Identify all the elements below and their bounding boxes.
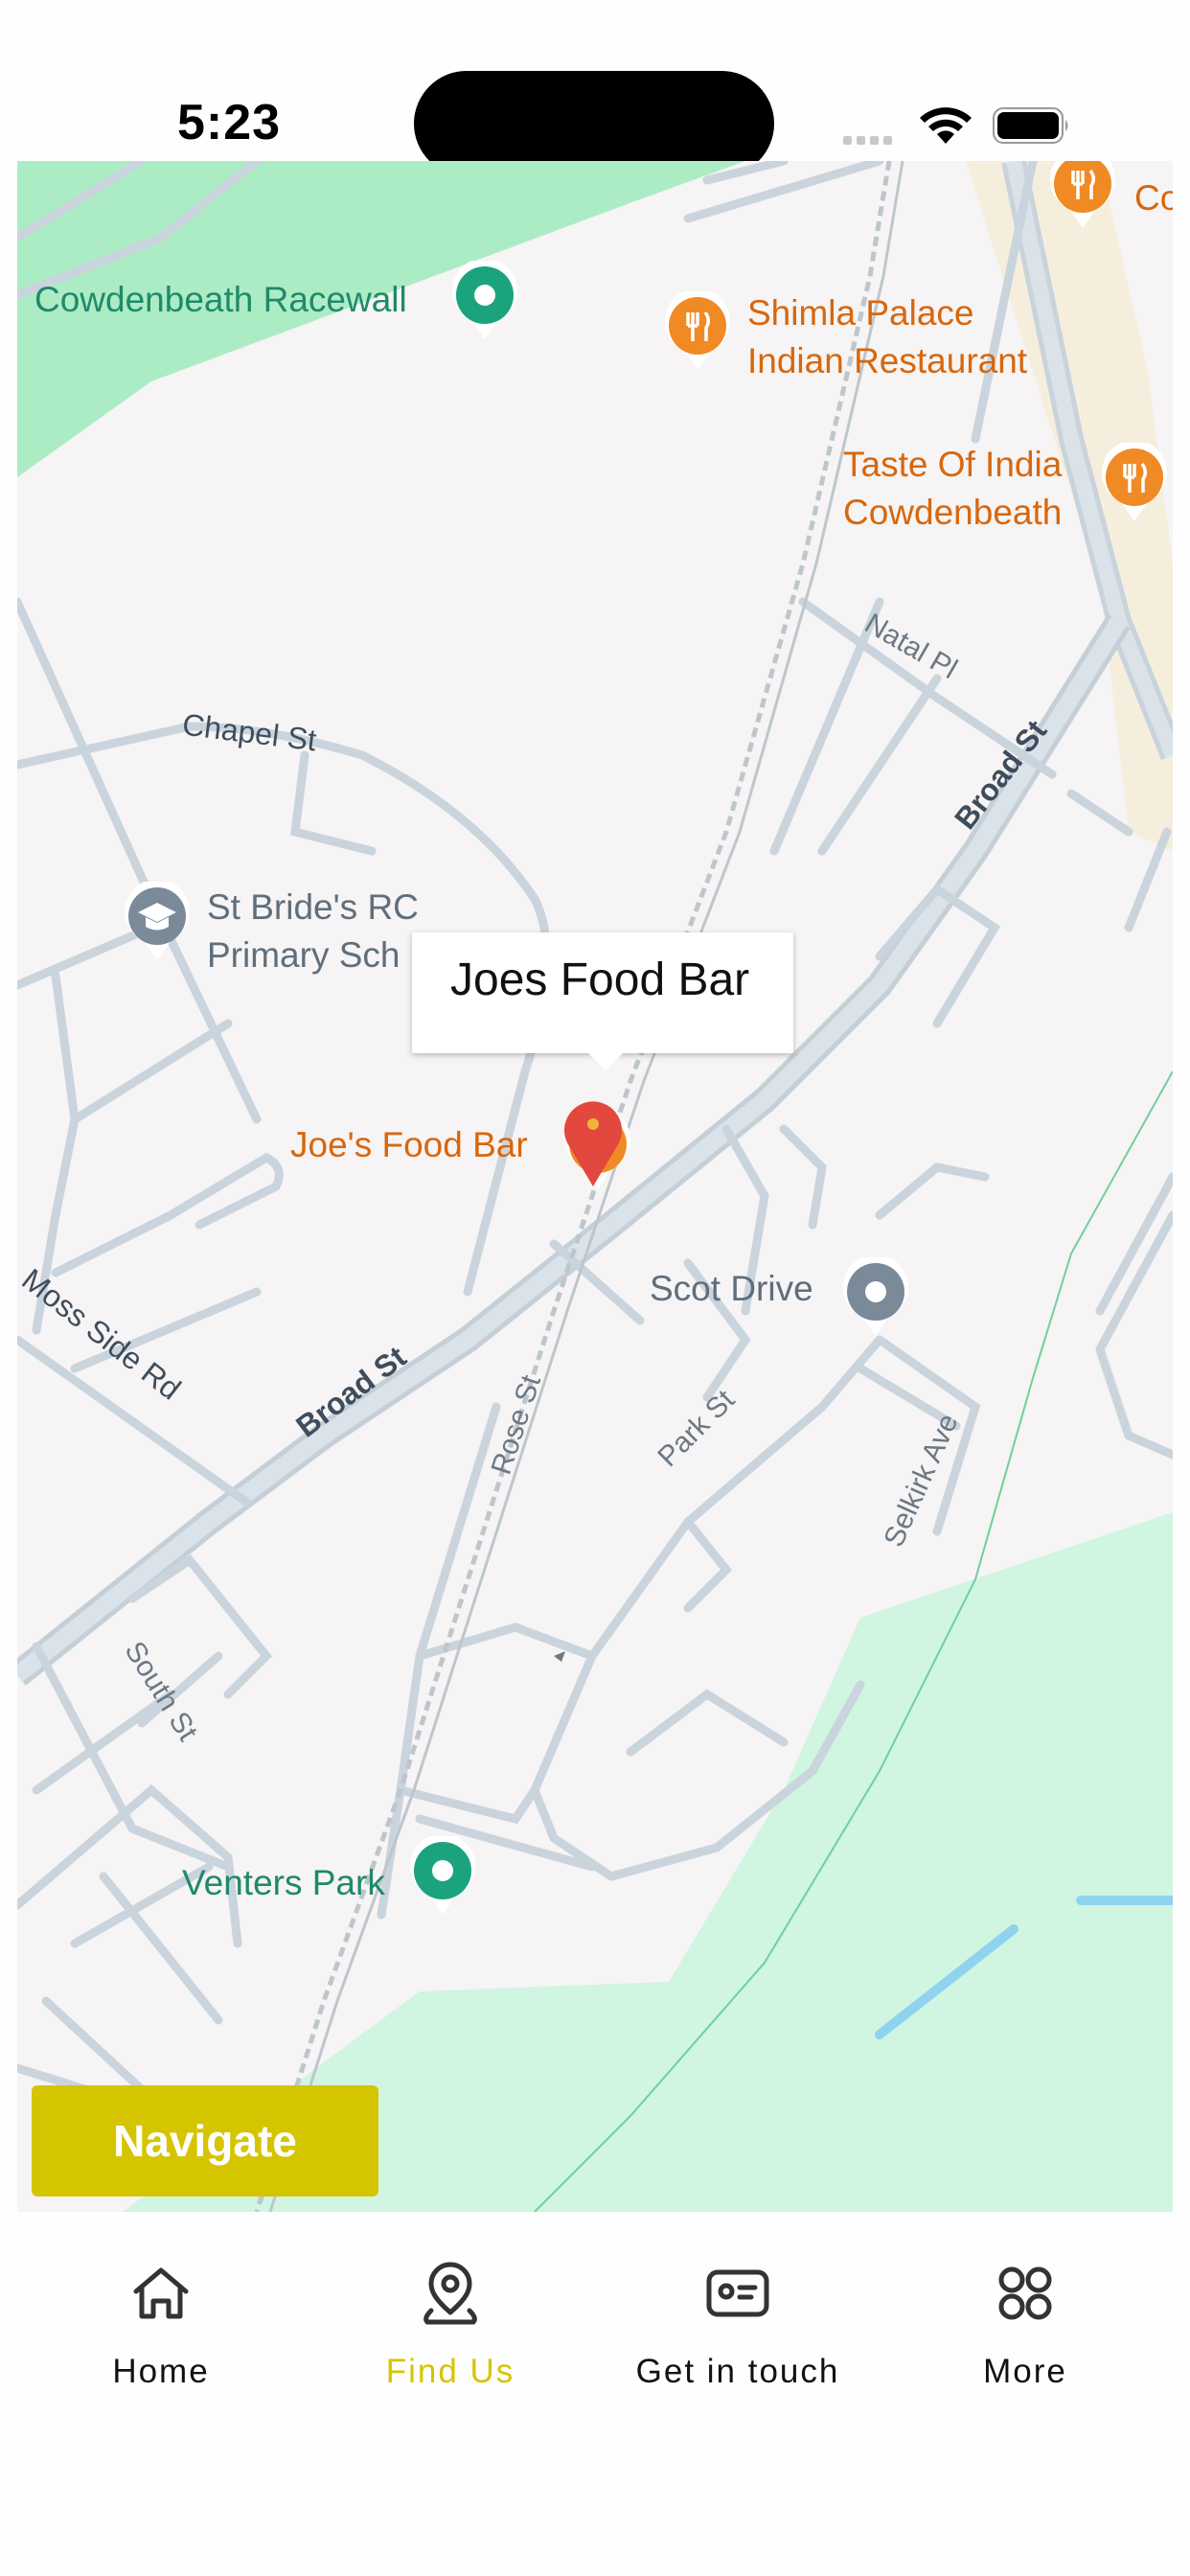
tab-more[interactable]: More [881, 2255, 1169, 2418]
map-view[interactable]: Cowdenbeath Racewall Shimla Palace India… [17, 161, 1173, 2212]
tab-label: Get in touch [635, 2353, 840, 2390]
status-time: 5:23 [177, 95, 282, 150]
callout-title: Joes Food Bar [450, 954, 750, 1005]
battery-icon [993, 107, 1068, 144]
home-icon [133, 2267, 189, 2319]
restaurant-marker-icon[interactable] [1048, 161, 1117, 230]
grid-icon [998, 2266, 1052, 2320]
selected-location-pin-icon[interactable] [560, 1092, 627, 1188]
tab-bar: Home Find Us Get in touch More [0, 2212, 1190, 2576]
poi-label-taste-2: Cowdenbeath [843, 493, 1063, 532]
poi-label-partial: Co [1134, 178, 1173, 218]
poi-label-shimla-1: Shimla Palace [747, 293, 974, 333]
tab-find-us[interactable]: Find Us [307, 2255, 594, 2418]
poi-label-school-2: Primary Sch [207, 935, 400, 975]
poi-label-school-1: St Bride's RC [207, 887, 419, 927]
poi-label-joes: Joe's Food Bar [290, 1125, 528, 1164]
tab-label: Find Us [385, 2353, 515, 2390]
tab-label: Home [112, 2353, 210, 2390]
tab-get-in-touch[interactable]: Get in touch [594, 2255, 881, 2418]
racewall-marker-icon[interactable] [450, 261, 519, 341]
wifi-icon [920, 107, 972, 144]
navigate-button[interactable]: Navigate [32, 2085, 378, 2196]
location-callout[interactable]: Joes Food Bar [412, 932, 793, 1070]
contact-card-icon [706, 2269, 769, 2317]
restaurant-marker-icon[interactable] [1100, 443, 1169, 523]
park-marker-icon[interactable] [408, 1836, 477, 1917]
poi-label-venters-park: Venters Park [182, 1863, 385, 1902]
poi-label-racewall: Cowdenbeath Racewall [34, 280, 407, 319]
cellular-signal-icon [843, 132, 897, 150]
poi-label-taste-1: Taste Of India [843, 445, 1063, 484]
restaurant-marker-icon[interactable] [663, 291, 732, 372]
tab-label: More [983, 2353, 1067, 2390]
tab-home[interactable]: Home [17, 2255, 305, 2418]
location-pin-icon [423, 2262, 477, 2325]
poi-label-shimla-2: Indian Restaurant [747, 341, 1028, 380]
school-marker-icon[interactable] [123, 882, 192, 962]
poi-label-scot-drive: Scot Drive [650, 1269, 813, 1308]
status-bar: 5:23 [0, 0, 1190, 176]
scot-drive-marker-icon[interactable] [841, 1257, 910, 1338]
